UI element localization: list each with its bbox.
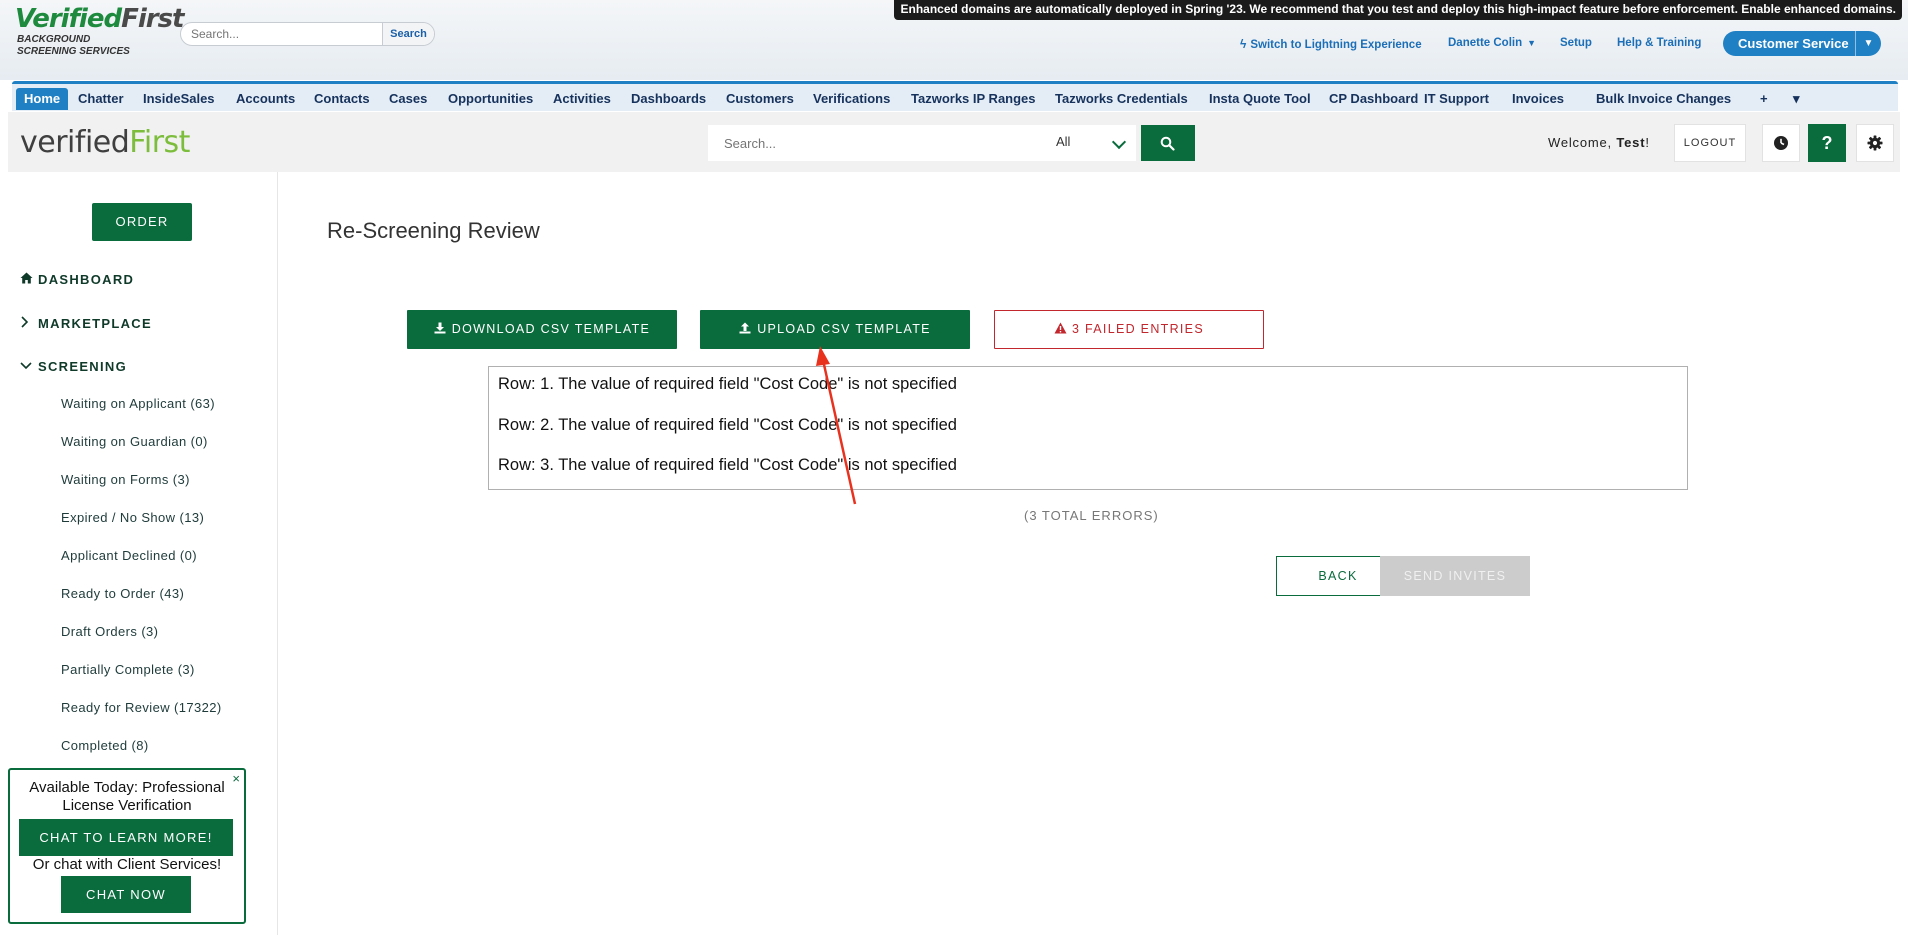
tab-insta-quote-tool[interactable]: Insta Quote Tool	[1201, 88, 1319, 110]
tab-tazworks-ip-ranges[interactable]: Tazworks IP Ranges	[903, 88, 1044, 110]
nav-dashboard[interactable]: DASHBOARD	[20, 272, 134, 287]
total-errors-count: (3 TOTAL ERRORS)	[1024, 508, 1159, 523]
nav-expired-no-show[interactable]: Expired / No Show (13)	[61, 510, 204, 525]
add-tab-icon[interactable]: +	[1752, 88, 1776, 110]
portal-search: All	[708, 125, 1136, 161]
tab-customers[interactable]: Customers	[718, 88, 802, 110]
tab-verifications[interactable]: Verifications	[805, 88, 898, 110]
logout-button[interactable]: LOGOUT	[1674, 124, 1746, 162]
verified-first-logo[interactable]: verifiedFirst	[20, 126, 190, 160]
search-scope-select[interactable]: All	[1044, 125, 1134, 161]
tab-insidesales[interactable]: InsideSales	[135, 88, 223, 110]
download-icon	[434, 322, 446, 334]
question-icon: ?	[1821, 133, 1833, 153]
error-list: Row: 1. The value of required field "Cos…	[488, 366, 1688, 490]
app-switcher[interactable]: Customer Service ▼	[1723, 31, 1881, 56]
caret-down-icon: ▼	[1527, 38, 1537, 48]
failed-entries-button[interactable]: 3 FAILED ENTRIES	[994, 310, 1264, 349]
user-menu[interactable]: Danette Colin ▼	[1448, 37, 1536, 49]
salesforce-tab-bar: Home Chatter InsideSales Accounts Contac…	[12, 81, 1898, 111]
org-logo-wordmark: VerifiedFirst	[15, 4, 184, 34]
page-title: Re-Screening Review	[327, 218, 540, 243]
portal-header: verifiedFirst All Welcome, Test! LOGOUT …	[8, 112, 1900, 172]
salesforce-search-input[interactable]	[181, 23, 383, 45]
error-row: Row: 3. The value of required field "Cos…	[498, 456, 957, 474]
warning-icon	[1054, 322, 1067, 334]
nav-screening[interactable]: SCREENING	[20, 359, 127, 374]
nav-ready-for-review[interactable]: Ready for Review (17322)	[61, 700, 222, 715]
tab-it-support[interactable]: IT Support	[1416, 88, 1497, 110]
upload-icon	[739, 322, 751, 334]
chat-now-button[interactable]: CHAT NOW	[61, 876, 191, 913]
org-logo-tagline: BACKGROUND SCREENING SERVICES	[17, 34, 130, 57]
salesforce-header: VerifiedFirst BACKGROUND SCREENING SERVIC…	[0, 0, 1908, 80]
send-invites-button[interactable]: SEND INVITES	[1380, 556, 1530, 596]
help-training-link[interactable]: Help & Training	[1617, 37, 1701, 49]
settings-button[interactable]	[1856, 124, 1894, 162]
tab-cp-dashboard[interactable]: CP Dashboard	[1321, 88, 1426, 110]
tab-dashboards[interactable]: Dashboards	[623, 88, 714, 110]
more-tabs-icon[interactable]: ▾	[1785, 88, 1808, 110]
nav-marketplace[interactable]: MARKETPLACE	[20, 316, 152, 331]
tab-home[interactable]: Home	[16, 88, 69, 110]
order-button[interactable]: ORDER	[92, 203, 192, 241]
clock-icon	[1774, 136, 1788, 150]
tab-tazworks-credentials[interactable]: Tazworks Credentials	[1047, 88, 1196, 110]
chat-to-learn-more-button[interactable]: CHAT TO LEARN MORE!	[19, 819, 233, 856]
nav-applicant-declined[interactable]: Applicant Declined (0)	[61, 548, 197, 563]
setup-link[interactable]: Setup	[1560, 37, 1592, 49]
switch-to-lightning-link[interactable]: ϟ Switch to Lightning Experience	[1240, 37, 1422, 51]
chevron-down-icon	[1111, 134, 1127, 150]
nav-partially-complete[interactable]: Partially Complete (3)	[61, 662, 195, 677]
chevron-right-icon	[20, 316, 38, 331]
salesforce-search: Search	[180, 22, 435, 46]
chevron-down-icon	[20, 360, 38, 374]
promo-subtext: Or chat with Client Services!	[32, 856, 222, 873]
welcome-text: Welcome, Test!	[1548, 135, 1650, 150]
salesforce-search-button[interactable]: Search	[382, 23, 434, 45]
chat-promo-widget: × Available Today: Professional License …	[8, 768, 246, 924]
gear-icon	[1867, 135, 1883, 151]
upload-csv-template-button[interactable]: UPLOAD CSV TEMPLATE	[700, 310, 970, 349]
promo-title: Available Today: Professional License Ve…	[29, 779, 225, 814]
tab-accounts[interactable]: Accounts	[228, 88, 303, 110]
home-icon	[20, 272, 38, 287]
nav-draft-orders[interactable]: Draft Orders (3)	[61, 624, 158, 639]
search-icon	[1160, 136, 1175, 151]
tab-activities[interactable]: Activities	[545, 88, 619, 110]
enhanced-domains-banner[interactable]: Enhanced domains are automatically deplo…	[894, 0, 1902, 20]
portal-search-input[interactable]	[708, 125, 1028, 161]
portal-search-button[interactable]	[1141, 125, 1195, 161]
nav-waiting-on-applicant[interactable]: Waiting on Applicant (63)	[61, 396, 215, 411]
nav-waiting-on-guardian[interactable]: Waiting on Guardian (0)	[61, 434, 208, 449]
tab-bulk-invoice-changes[interactable]: Bulk Invoice Changes	[1588, 88, 1739, 110]
error-row: Row: 2. The value of required field "Cos…	[498, 416, 957, 434]
help-button[interactable]: ?	[1808, 124, 1846, 162]
tab-invoices[interactable]: Invoices	[1504, 88, 1572, 110]
nav-ready-to-order[interactable]: Ready to Order (43)	[61, 586, 184, 601]
history-button[interactable]	[1762, 124, 1800, 162]
caret-down-icon[interactable]: ▼	[1855, 31, 1881, 56]
salesforce-org-logo[interactable]: VerifiedFirst BACKGROUND SCREENING SERVIC…	[15, 4, 184, 60]
tab-chatter[interactable]: Chatter	[70, 88, 132, 110]
nav-waiting-on-forms[interactable]: Waiting on Forms (3)	[61, 472, 190, 487]
lightning-bolt-icon: ϟ	[1240, 37, 1247, 51]
nav-completed[interactable]: Completed (8)	[61, 738, 149, 753]
download-csv-template-button[interactable]: DOWNLOAD CSV TEMPLATE	[407, 310, 677, 349]
tab-cases[interactable]: Cases	[381, 88, 435, 110]
error-row: Row: 1. The value of required field "Cos…	[498, 375, 957, 393]
tab-contacts[interactable]: Contacts	[306, 88, 378, 110]
tab-opportunities[interactable]: Opportunities	[440, 88, 541, 110]
portal-frame: verifiedFirst All Welcome, Test! LOGOUT …	[8, 112, 1900, 935]
